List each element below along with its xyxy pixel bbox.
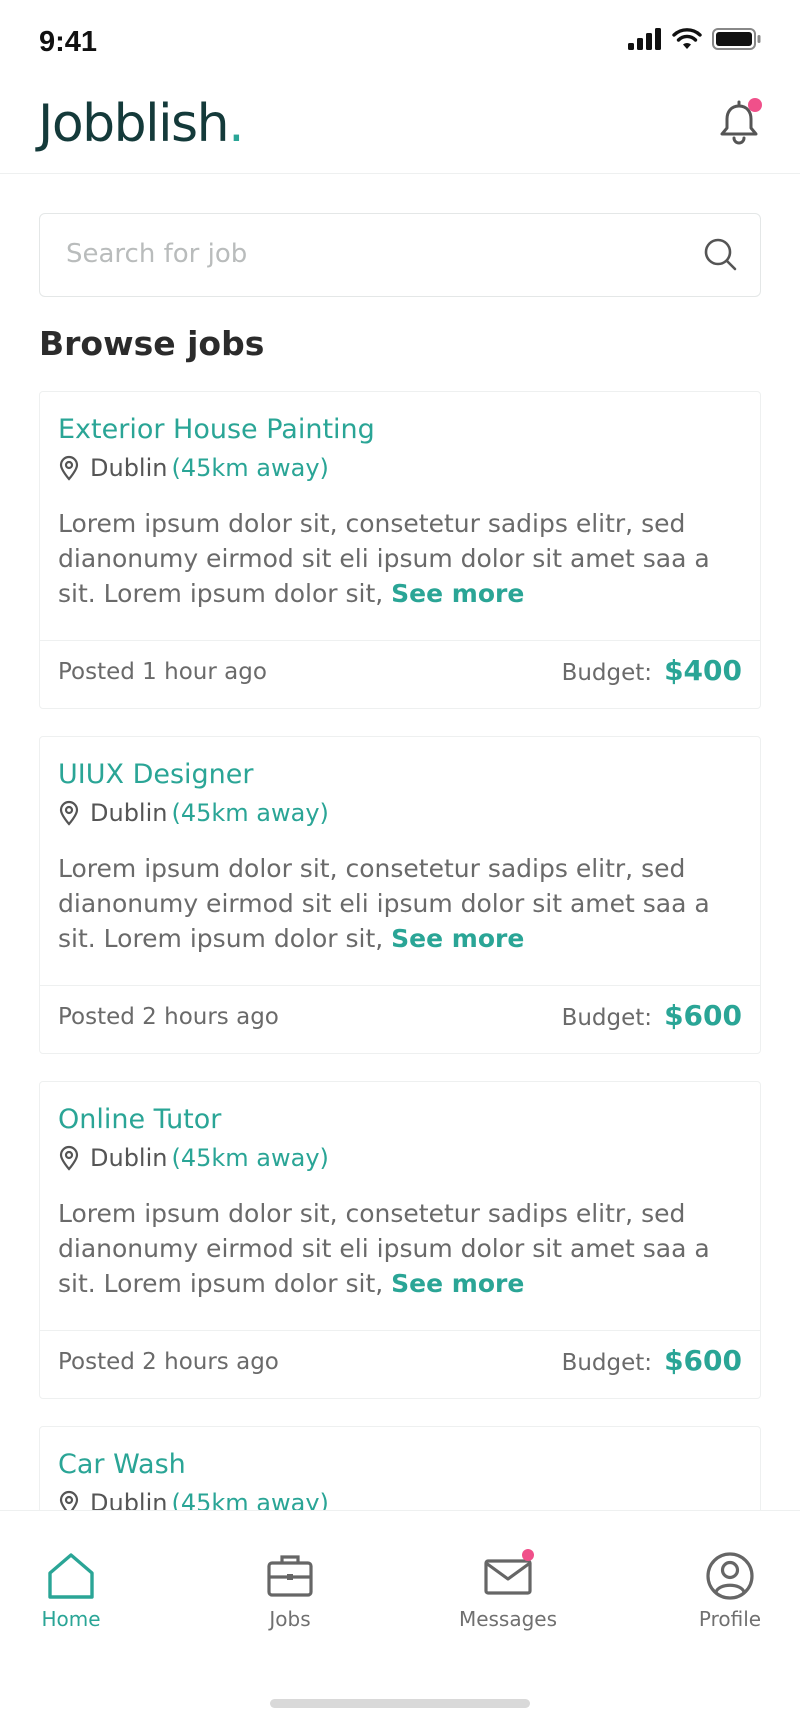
notification-badge	[748, 98, 762, 112]
tab-jobs[interactable]: Jobs	[220, 1551, 360, 1631]
budget-value: $600	[664, 1344, 742, 1377]
job-description-text: Lorem ipsum dolor sit, consetetur sadips…	[58, 509, 710, 608]
profile-icon	[704, 1551, 756, 1601]
job-city: Dublin	[90, 1489, 168, 1510]
job-card[interactable]: Car Wash Dublin (45km away)	[39, 1426, 761, 1510]
see-more-link[interactable]: See more	[391, 579, 524, 608]
search-icon[interactable]	[702, 236, 738, 272]
search-bar	[39, 213, 761, 297]
job-distance: (45km away)	[171, 1144, 329, 1172]
job-description: Lorem ipsum dolor sit, consetetur sadips…	[58, 506, 748, 611]
budget-value: $600	[664, 999, 742, 1032]
section-title: Browse jobs	[39, 324, 265, 363]
job-city: Dublin	[90, 799, 168, 827]
job-distance: (45km away)	[171, 799, 329, 827]
location-pin-icon	[59, 1145, 79, 1171]
budget: Budget: $400	[562, 654, 742, 687]
job-location: Dublin (45km away)	[58, 799, 329, 827]
briefcase-icon	[264, 1551, 316, 1601]
location-pin-icon	[59, 1490, 79, 1510]
status-time: 9:41	[39, 26, 98, 58]
tab-home[interactable]: Home	[1, 1551, 141, 1631]
budget: Budget: $600	[562, 999, 742, 1032]
job-footer: Posted 2 hours ago Budget: $600	[40, 985, 760, 1053]
tab-label: Home	[41, 1607, 101, 1631]
tab-label: Jobs	[269, 1607, 311, 1631]
signal-icon	[628, 28, 661, 50]
tab-label: Messages	[458, 1607, 558, 1631]
job-card[interactable]: UIUX Designer Dublin (45km away) Lorem ip…	[39, 736, 761, 1054]
status-bar: 9:41	[0, 0, 800, 82]
job-description: Lorem ipsum dolor sit, consetetur sadips…	[58, 851, 748, 956]
tab-label: Profile	[698, 1607, 762, 1631]
job-title[interactable]: UIUX Designer	[58, 759, 254, 790]
job-description: Lorem ipsum dolor sit, consetetur sadips…	[58, 1196, 748, 1301]
job-distance: (45km away)	[171, 1489, 329, 1510]
search-input[interactable]	[66, 214, 666, 294]
budget-value: $400	[664, 654, 742, 687]
app-logo: Jobblish.	[38, 94, 245, 154]
location-pin-icon	[59, 455, 79, 481]
notifications-button[interactable]	[714, 98, 764, 148]
job-title[interactable]: Exterior House Painting	[58, 414, 375, 445]
posted-time: Posted 1 hour ago	[58, 659, 267, 685]
home-indicator	[270, 1699, 530, 1708]
home-icon	[45, 1551, 97, 1601]
budget-label: Budget:	[561, 1005, 653, 1031]
logo-text: Jobblish	[38, 94, 230, 154]
main-content[interactable]: Browse jobs Exterior House Painting Dubl…	[0, 174, 800, 1510]
posted-time: Posted 2 hours ago	[58, 1004, 279, 1030]
job-location: Dublin (45km away)	[58, 454, 329, 482]
budget: Budget: $600	[562, 1344, 742, 1377]
location-pin-icon	[59, 800, 79, 826]
phone-screen: 9:41 Jobblish. Search for job Browse job…	[0, 0, 800, 1731]
logo-dot: .	[228, 94, 245, 154]
job-city: Dublin	[90, 1144, 168, 1172]
mail-icon	[482, 1549, 534, 1601]
job-title[interactable]: Online Tutor	[58, 1104, 221, 1135]
job-title[interactable]: Car Wash	[58, 1449, 186, 1480]
job-city: Dublin	[90, 454, 168, 482]
app-header: Jobblish.	[0, 82, 800, 174]
posted-time: Posted 2 hours ago	[58, 1349, 279, 1375]
status-icons	[628, 28, 762, 50]
budget-label: Budget:	[561, 1350, 653, 1376]
see-more-link[interactable]: See more	[391, 1269, 524, 1298]
job-description-text: Lorem ipsum dolor sit, consetetur sadips…	[58, 854, 710, 953]
job-card[interactable]: Online Tutor Dublin (45km away) Lorem ips…	[39, 1081, 761, 1399]
job-card[interactable]: Exterior House Painting Dublin (45km away…	[39, 391, 761, 709]
job-footer: Posted 1 hour ago Budget: $400	[40, 640, 760, 708]
tab-messages[interactable]: Messages	[438, 1549, 578, 1631]
message-badge	[522, 1549, 534, 1561]
budget-label: Budget:	[561, 660, 653, 686]
job-description-text: Lorem ipsum dolor sit, consetetur sadips…	[58, 1199, 710, 1298]
battery-icon	[712, 28, 761, 50]
job-footer: Posted 2 hours ago Budget: $600	[40, 1330, 760, 1398]
bottom-tab-bar: Home Jobs Messages Profile	[0, 1510, 800, 1731]
wifi-icon	[672, 28, 702, 49]
job-location: Dublin (45km away)	[58, 1144, 329, 1172]
job-distance: (45km away)	[171, 454, 329, 482]
tab-profile[interactable]: Profile	[660, 1551, 800, 1631]
job-location: Dublin (45km away)	[58, 1489, 329, 1510]
see-more-link[interactable]: See more	[391, 924, 524, 953]
